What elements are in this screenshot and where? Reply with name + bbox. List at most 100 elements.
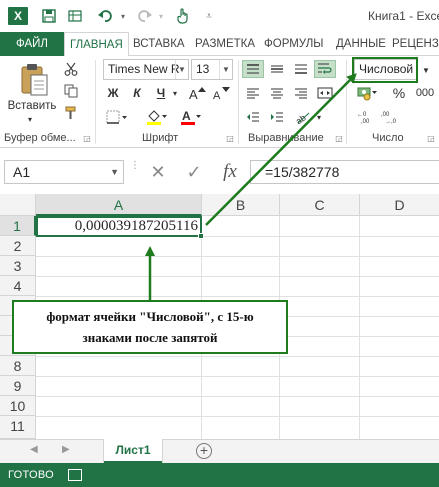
- increase-indent-icon[interactable]: [266, 108, 288, 126]
- sheet-icon[interactable]: [66, 6, 84, 26]
- number-launcher-icon[interactable]: ◲: [426, 133, 436, 143]
- prev-sheet-icon[interactable]: ◀: [30, 444, 38, 455]
- undo-dropdown-icon[interactable]: ▾: [118, 6, 128, 26]
- row-header-4[interactable]: 4: [0, 276, 36, 296]
- tab-insert[interactable]: ВСТАВКА: [133, 32, 185, 56]
- copy-icon[interactable]: [62, 82, 80, 100]
- font-color-button[interactable]: А: [178, 108, 204, 126]
- underline-dropdown-icon[interactable]: ▾: [170, 86, 180, 100]
- number-format-dropdown-icon[interactable]: ▼: [420, 60, 432, 80]
- formula-bar: A1 ▼ ⋮ ✕ ✓ fx =15/382778: [0, 156, 439, 188]
- align-bottom-icon[interactable]: [290, 60, 312, 78]
- chevron-down-icon: ▼: [219, 60, 232, 79]
- align-right-icon[interactable]: [290, 84, 312, 102]
- format-painter-icon[interactable]: [62, 104, 80, 122]
- grid-line: [36, 256, 439, 257]
- undo-icon[interactable]: [96, 6, 114, 26]
- align-center-icon[interactable]: [266, 84, 288, 102]
- merge-center-icon[interactable]: [314, 84, 336, 102]
- macro-record-icon[interactable]: [68, 469, 82, 481]
- annotation-line-2: знаками после запятой: [82, 330, 218, 345]
- font-size-select[interactable]: 13 ▼: [191, 59, 233, 80]
- font-name-value: Times New R: [108, 62, 180, 76]
- row-header-10[interactable]: 10: [0, 396, 36, 416]
- sheet-tab-active[interactable]: Лист1: [104, 439, 162, 463]
- font-launcher-icon[interactable]: ◲: [225, 133, 235, 143]
- underline-button[interactable]: Ч: [152, 84, 170, 102]
- add-sheet-icon[interactable]: +: [196, 443, 212, 459]
- formula-input[interactable]: =15/382778: [250, 160, 439, 184]
- accounting-format-icon[interactable]: [356, 84, 380, 102]
- fill-handle[interactable]: [198, 233, 204, 239]
- cell-a1[interactable]: 0,000039187205116: [36, 216, 202, 237]
- group-label-number: Число: [372, 132, 404, 144]
- decrease-decimal-icon[interactable]: ,00 →,0: [380, 108, 402, 126]
- paste-button[interactable]: Вставить: [4, 98, 60, 114]
- tab-home[interactable]: ГЛАВНАЯ: [64, 32, 129, 57]
- increase-decimal-icon[interactable]: ←0,00: [356, 108, 378, 126]
- tab-formulas[interactable]: ФОРМУЛЫ: [264, 32, 323, 56]
- group-divider: [238, 60, 239, 144]
- align-middle-icon[interactable]: [266, 60, 288, 78]
- next-sheet-icon[interactable]: ▶: [62, 444, 70, 455]
- paste-icon[interactable]: [16, 60, 52, 98]
- grow-font-icon[interactable]: A: [188, 84, 208, 102]
- align-left-icon[interactable]: [242, 84, 264, 102]
- align-top-icon[interactable]: [242, 60, 264, 78]
- grid-line: [36, 416, 439, 417]
- wrap-text-icon[interactable]: [314, 60, 336, 78]
- save-icon[interactable]: [40, 6, 58, 26]
- insert-function-button[interactable]: fx: [216, 160, 244, 184]
- thousands-separator-button[interactable]: 000: [412, 84, 438, 102]
- cancel-entry-button[interactable]: ✕: [144, 160, 172, 184]
- tab-review[interactable]: РЕЦЕНЗ: [392, 32, 439, 56]
- name-box[interactable]: A1 ▼: [4, 160, 124, 184]
- row-header-3[interactable]: 3: [0, 256, 36, 276]
- paste-dropdown-icon[interactable]: ▾: [24, 114, 36, 124]
- status-bar: ГОТОВО: [0, 463, 439, 487]
- clipboard-launcher-icon[interactable]: ◲: [82, 133, 92, 143]
- svg-text:A: A: [189, 87, 198, 100]
- svg-text:ab: ab: [295, 112, 308, 124]
- formula-bar-grip-icon[interactable]: ⋮: [130, 161, 140, 171]
- customize-toolbar-icon[interactable]: ⩡: [200, 6, 218, 26]
- shrink-font-icon[interactable]: A: [212, 84, 232, 102]
- row-header-2[interactable]: 2: [0, 236, 36, 256]
- confirm-entry-button[interactable]: ✓: [180, 160, 208, 184]
- annotation-callout: формат ячейки "Числовой", с 15-ю знаками…: [12, 300, 288, 354]
- group-divider: [95, 60, 96, 144]
- column-header-d[interactable]: D: [360, 194, 439, 216]
- redo-icon[interactable]: [136, 6, 154, 26]
- tab-data[interactable]: ДАННЫЕ: [336, 32, 386, 56]
- column-header-c[interactable]: C: [280, 194, 360, 216]
- borders-icon[interactable]: [104, 108, 130, 126]
- italic-button[interactable]: К: [128, 84, 146, 102]
- row-header-11[interactable]: 11: [0, 416, 36, 439]
- alignment-launcher-icon[interactable]: ◲: [334, 133, 344, 143]
- svg-text:→,0: →,0: [385, 119, 397, 124]
- highlight-box: [352, 57, 418, 83]
- tab-file[interactable]: ФАЙЛ: [0, 32, 64, 56]
- window-title: Книга1 - Exce: [368, 9, 439, 23]
- decrease-indent-icon[interactable]: [242, 108, 264, 126]
- orientation-icon[interactable]: ab: [292, 108, 314, 126]
- svg-text:А: А: [182, 109, 191, 123]
- row-header-8[interactable]: 8: [0, 356, 36, 376]
- percent-button[interactable]: %: [390, 84, 408, 102]
- group-label-alignment: Выравнивание: [248, 132, 324, 144]
- row-header-9[interactable]: 9: [0, 376, 36, 396]
- touch-mode-icon[interactable]: [174, 6, 192, 26]
- cut-icon[interactable]: [62, 60, 80, 78]
- column-header-b[interactable]: B: [202, 194, 280, 216]
- fill-color-icon[interactable]: [144, 108, 170, 126]
- chevron-down-icon: ▼: [110, 167, 119, 177]
- redo-dropdown-icon[interactable]: ▾: [156, 6, 166, 26]
- column-header-a[interactable]: A: [36, 194, 202, 216]
- grid-line: [36, 376, 439, 377]
- select-all-corner[interactable]: [0, 194, 36, 216]
- row-header-1[interactable]: 1: [0, 216, 36, 236]
- tab-page-layout[interactable]: РАЗМЕТКА: [195, 32, 255, 56]
- font-name-select[interactable]: Times New R ▼: [103, 59, 189, 80]
- bold-button[interactable]: Ж: [104, 84, 122, 102]
- orientation-dropdown-icon[interactable]: ▾: [314, 108, 324, 126]
